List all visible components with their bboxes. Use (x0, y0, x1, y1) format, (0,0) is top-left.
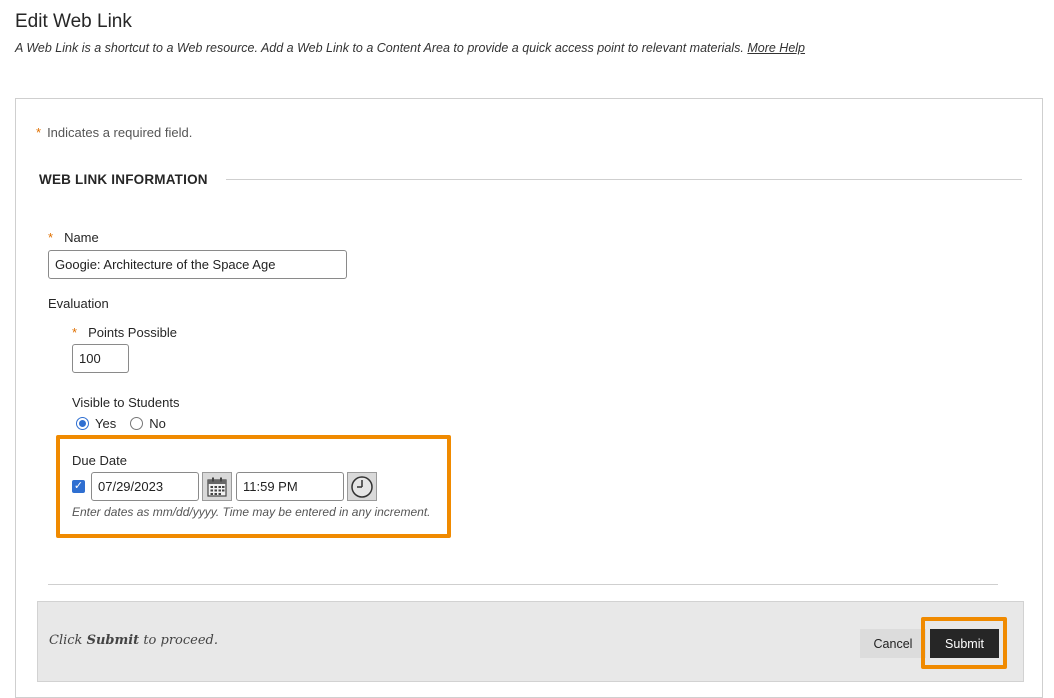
visible-yes-label: Yes (95, 416, 117, 431)
visible-label: Visible to Students (72, 395, 180, 410)
submit-prompt-prefix: Click (49, 633, 87, 648)
required-star: * (36, 125, 42, 140)
cancel-button[interactable]: Cancel (860, 629, 926, 658)
evaluation-label: Evaluation (48, 296, 109, 311)
visible-radio-group: Yes No (76, 416, 180, 431)
submit-prompt: Click Submit to proceed. (49, 633, 218, 648)
points-label-text: Points Possible (88, 325, 177, 340)
points-input[interactable] (72, 344, 129, 373)
page-description: A Web Link is a shortcut to a Web resour… (15, 41, 805, 55)
section-title: WEB LINK INFORMATION (39, 172, 208, 187)
due-date-checkbox[interactable]: ✓ (72, 480, 85, 493)
required-note-text: Indicates a required field. (47, 125, 193, 140)
required-star: * (72, 325, 78, 340)
calendar-icon (207, 477, 227, 497)
name-input[interactable] (48, 250, 347, 279)
more-help-link[interactable]: More Help (747, 41, 805, 55)
required-note: * Indicates a required field. (36, 125, 192, 140)
date-format-hint: Enter dates as mm/dd/yyyy. Time may be e… (72, 505, 431, 519)
checkmark-icon: ✓ (73, 480, 84, 492)
name-label: * Name (48, 230, 99, 245)
required-star: * (48, 230, 54, 245)
visible-yes-radio[interactable] (76, 417, 89, 430)
due-date-label: Due Date (72, 453, 127, 468)
name-label-text: Name (64, 230, 99, 245)
submit-button[interactable]: Submit (930, 629, 999, 658)
visible-no-radio[interactable] (130, 417, 144, 430)
bottom-divider (48, 584, 998, 585)
clock-button[interactable] (347, 472, 377, 501)
due-time-input[interactable] (236, 472, 344, 501)
description-text: A Web Link is a shortcut to a Web resour… (15, 41, 744, 55)
page-title: Edit Web Link (15, 11, 132, 32)
submit-prompt-bold: Submit (86, 633, 140, 648)
clock-icon (351, 475, 373, 498)
section-divider (226, 179, 1022, 180)
due-date-input[interactable] (91, 472, 199, 501)
calendar-button[interactable] (202, 472, 232, 501)
visible-no-label: No (149, 416, 166, 431)
submit-prompt-suffix: to proceed. (139, 633, 219, 648)
points-label: * Points Possible (72, 325, 177, 340)
